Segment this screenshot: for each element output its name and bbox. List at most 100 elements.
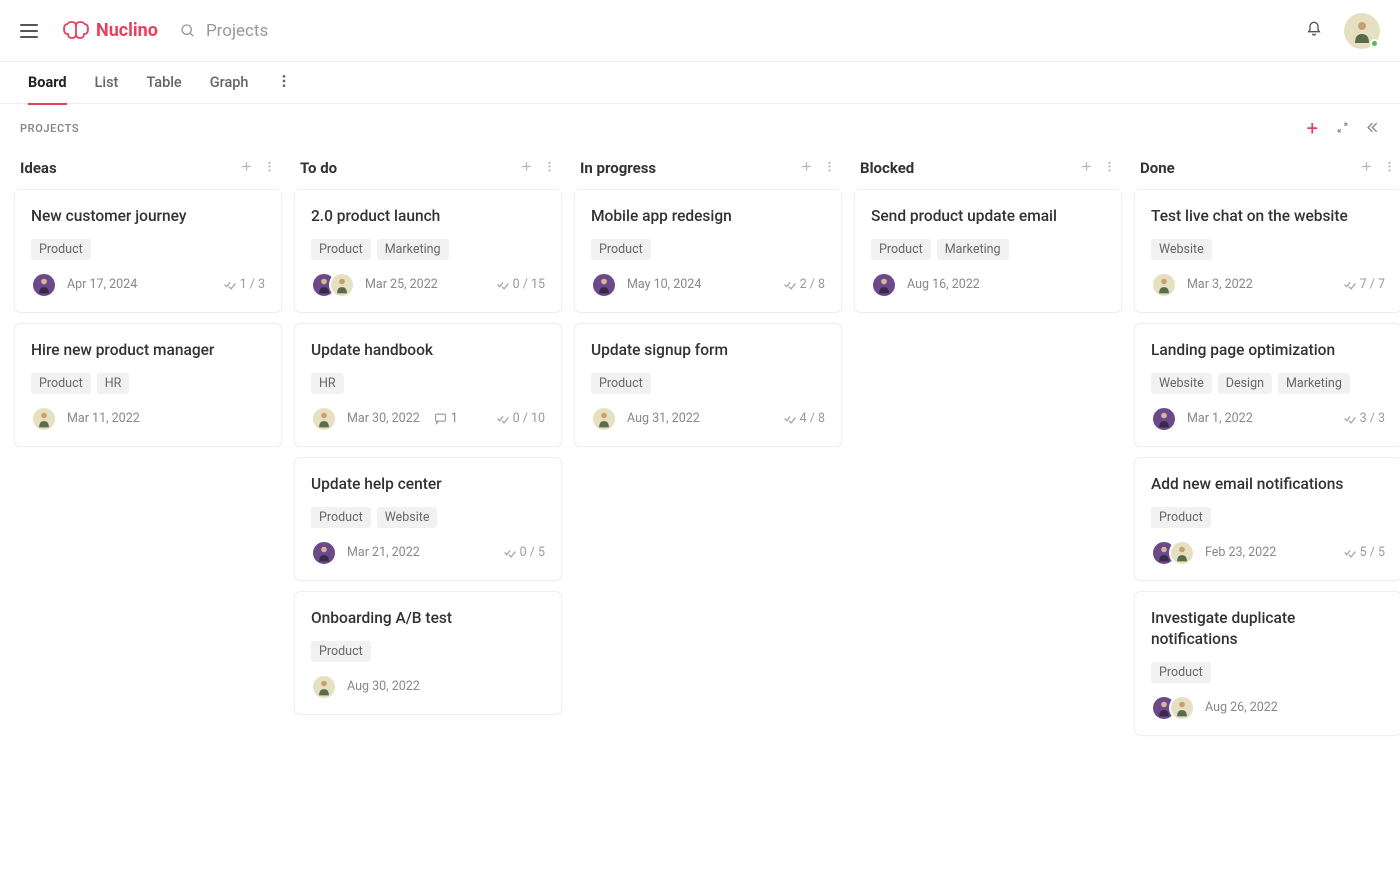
card[interactable]: Landing page optimization Website Design Ma… — [1134, 323, 1400, 447]
more-vertical-icon — [543, 160, 556, 173]
assignee-avatar — [311, 540, 337, 566]
card-assignees — [1151, 272, 1177, 298]
card-tags: Product — [591, 239, 825, 260]
card-assignees — [1151, 695, 1195, 721]
card-tags: Website — [1151, 239, 1385, 260]
card-tags: ProductMarketing — [871, 239, 1105, 260]
column-add-button[interactable] — [520, 158, 533, 177]
column-more-button[interactable] — [263, 158, 276, 177]
card-date: May 10, 2024 — [627, 277, 701, 292]
card-checklist: 0 / 5 — [503, 545, 545, 560]
card-tags: Product — [1151, 662, 1385, 683]
card[interactable]: Investigate duplicate notifications Produ… — [1134, 591, 1400, 736]
column-add-button[interactable] — [1080, 158, 1093, 177]
column-more-button[interactable] — [823, 158, 836, 177]
card[interactable]: Mobile app redesignProductMay 10, 20242 … — [574, 189, 842, 313]
column-more-button[interactable] — [543, 158, 556, 177]
card-title: Landing page optimization — [1151, 340, 1385, 361]
column-add-button[interactable] — [1360, 158, 1373, 177]
card-title: Mobile app redesign — [591, 206, 825, 227]
tag: Design — [1218, 373, 1272, 394]
card-meta: Aug 16, 2022 — [871, 272, 1105, 298]
assignee-avatar — [591, 272, 617, 298]
card-meta: Apr 17, 20241 / 3 — [31, 272, 265, 298]
column-header: Blocked — [854, 150, 1122, 189]
card-assignees — [871, 272, 897, 298]
column: To do 2.0 product launchProductMarketingM… — [294, 150, 562, 725]
card-date: Aug 26, 2022 — [1205, 700, 1278, 715]
column-add-button[interactable] — [800, 158, 813, 177]
column-more-button[interactable] — [1103, 158, 1116, 177]
checklist-icon — [503, 546, 516, 559]
assignee-avatar — [329, 272, 355, 298]
column-title: Ideas — [20, 159, 57, 177]
column-header: Ideas — [14, 150, 282, 189]
column: Ideas New customer journeyProductApr 17, … — [14, 150, 282, 457]
column-add-button[interactable] — [240, 158, 253, 177]
card[interactable]: Add new email notifications Product Feb 23… — [1134, 457, 1400, 581]
search-input[interactable]: Projects — [180, 21, 268, 41]
search-icon — [180, 23, 196, 39]
column-title: Blocked — [860, 159, 914, 177]
card[interactable]: Onboarding A/B testProductAug 30, 2022 — [294, 591, 562, 715]
card[interactable]: New customer journeyProductApr 17, 20241… — [14, 189, 282, 313]
column-more-button[interactable] — [1383, 158, 1396, 177]
column-header: In progress — [574, 150, 842, 189]
chevrons-left-icon — [1367, 121, 1380, 134]
card-meta: Feb 23, 20225 / 5 — [1151, 540, 1385, 566]
card-assignees — [31, 272, 57, 298]
card-tags: ProductHR — [31, 373, 265, 394]
card-date: Mar 1, 2022 — [1187, 411, 1253, 426]
tab-board[interactable]: Board — [28, 62, 67, 104]
card-assignees — [591, 406, 617, 432]
tab-list[interactable]: List — [95, 62, 119, 104]
card-comments: 1 — [434, 411, 458, 426]
app-logo[interactable]: Nuclino — [62, 20, 158, 41]
card-date: Aug 31, 2022 — [627, 411, 700, 426]
app-name: Nuclino — [96, 20, 158, 41]
card[interactable]: Send product update emailProductMarketin… — [854, 189, 1122, 313]
card[interactable]: 2.0 product launchProductMarketingMar 25… — [294, 189, 562, 313]
card[interactable]: Update handbookHRMar 30, 202210 / 10 — [294, 323, 562, 447]
plus-icon — [800, 160, 813, 173]
checklist-icon — [783, 278, 796, 291]
column-title: To do — [300, 159, 337, 177]
board-title: PROJECTS — [20, 122, 79, 135]
menu-button[interactable] — [20, 19, 44, 43]
card-date: Mar 25, 2022 — [365, 277, 438, 292]
card-date: Aug 30, 2022 — [347, 679, 420, 694]
assignee-avatar — [1151, 272, 1177, 298]
tab-graph[interactable]: Graph — [210, 62, 249, 104]
card[interactable]: Update signup formProductAug 31, 20224 /… — [574, 323, 842, 447]
card-title: Investigate duplicate notifications — [1151, 608, 1385, 650]
card-title: Update handbook — [311, 340, 545, 361]
card[interactable]: Hire new product managerProductHRMar 11,… — [14, 323, 282, 447]
card-tags: Product — [1151, 507, 1385, 528]
checklist-icon — [1343, 412, 1356, 425]
card-assignees — [311, 406, 337, 432]
card[interactable]: Test live chat on the websiteWebsiteMar … — [1134, 189, 1400, 313]
tab-more-button[interactable] — [276, 73, 292, 93]
status-online-dot — [1370, 39, 1379, 48]
assignee-avatar — [1151, 406, 1177, 432]
collapse-panel-button[interactable] — [1367, 119, 1380, 138]
tag: Product — [311, 641, 371, 662]
card-title: Add new email notifications — [1151, 474, 1385, 495]
tab-table[interactable]: Table — [146, 62, 181, 104]
user-avatar[interactable] — [1344, 13, 1380, 49]
assignee-avatar — [31, 406, 57, 432]
card-date: Mar 30, 2022 — [347, 411, 420, 426]
column-title: Done — [1140, 159, 1175, 177]
card[interactable]: Update help centerProductWebsiteMar 21, … — [294, 457, 562, 581]
brain-icon — [62, 21, 90, 41]
card-meta: Mar 21, 20220 / 5 — [311, 540, 545, 566]
card-checklist: 3 / 3 — [1343, 411, 1385, 426]
notifications-button[interactable] — [1306, 21, 1322, 41]
column-title: In progress — [580, 159, 656, 177]
card-checklist: 5 / 5 — [1343, 545, 1385, 560]
expand-button[interactable] — [1336, 119, 1349, 138]
card-checklist: 1 / 3 — [223, 277, 265, 292]
tag: Website — [1151, 373, 1212, 394]
add-card-button[interactable]: + — [1307, 118, 1318, 138]
view-tabs: Board List Table Graph — [0, 62, 1400, 104]
